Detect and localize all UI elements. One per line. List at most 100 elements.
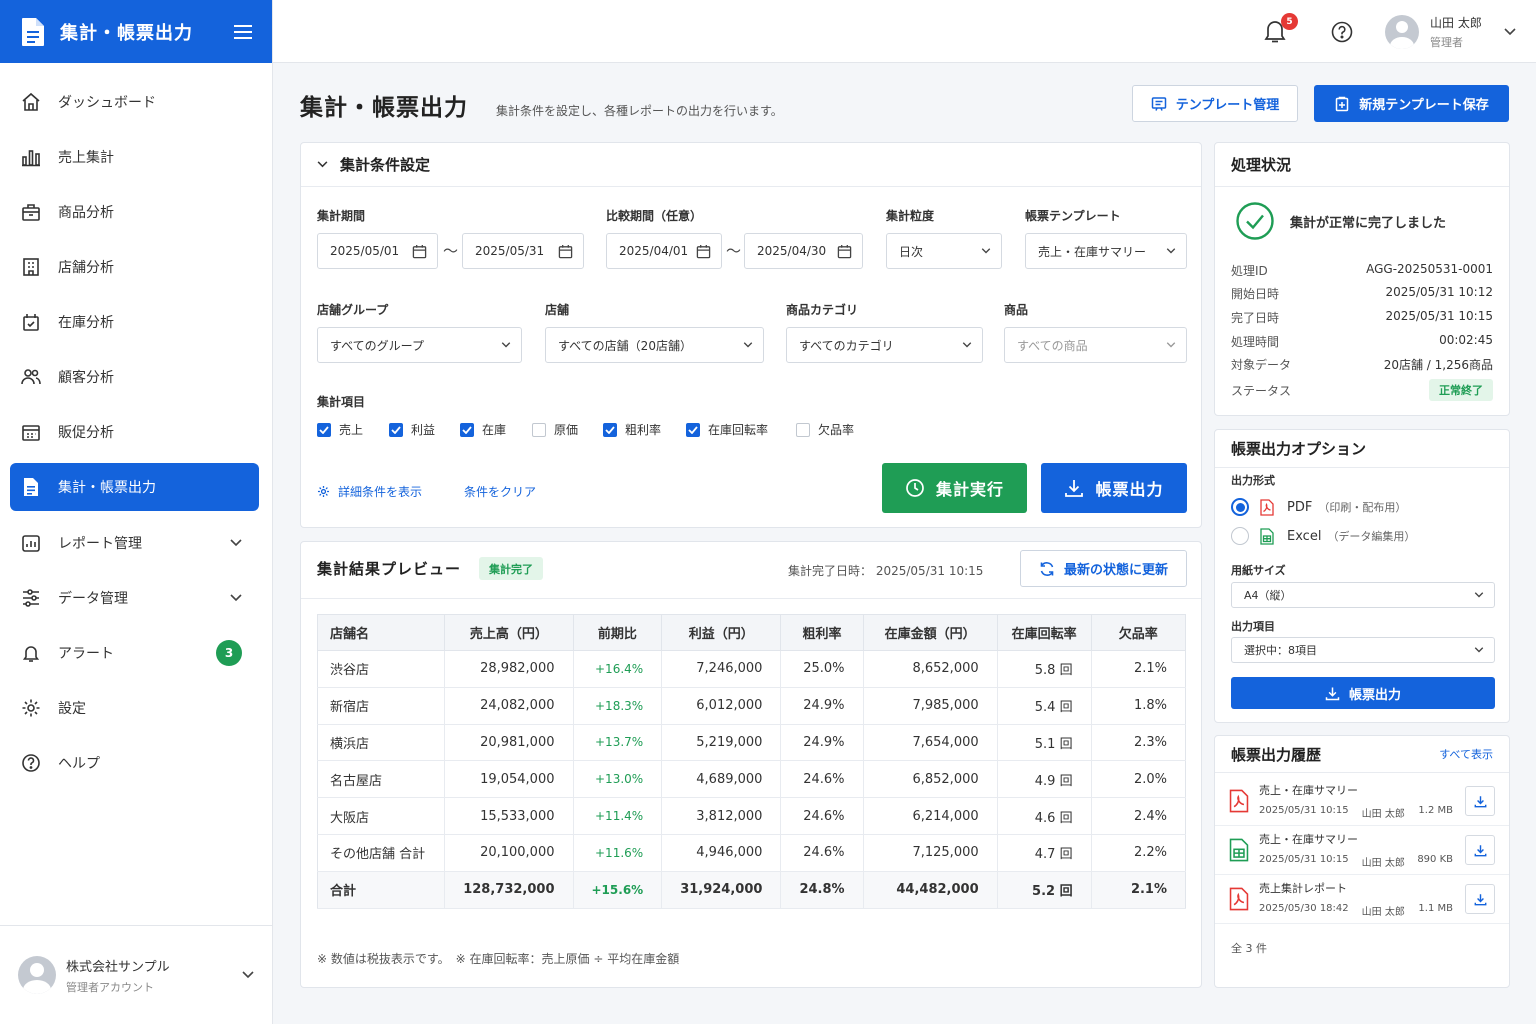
save-new-template-button[interactable]: 新規テンプレート保存 [1314,85,1509,122]
compare-start-input[interactable]: 2025/04/01 [606,233,722,269]
checkbox-profit[interactable]: 利益 [389,421,435,438]
excel-file-icon [1229,838,1249,862]
user-name: 山田 太郎 [1430,16,1482,30]
sidebar-item-dashboard[interactable]: ダッシュボード [0,74,262,129]
sidebar-item-report-mgmt[interactable]: レポート管理 [0,515,262,570]
column-header[interactable]: 在庫回転率 [997,614,1092,651]
sidebar-item-customer[interactable]: 顧客分析 [0,349,262,404]
format-radio-pdf[interactable]: PDF （印刷・配布用） [1231,498,1406,516]
clear-conditions-link[interactable]: 条件をクリア [464,483,536,500]
sidebar-item-data-mgmt[interactable]: データ管理 [0,570,262,625]
hamburger-menu-icon[interactable] [234,24,252,39]
download-button[interactable] [1465,835,1495,865]
column-header[interactable]: 在庫金額（円） [863,614,998,651]
process-message: 集計が正常に完了しました [1290,215,1447,231]
granularity-select[interactable]: 日次 [886,233,1002,269]
table-cell: 横浜店 [317,724,446,762]
completed-timestamp: 集計完了日時： 2025/05/31 10:15 [788,564,984,578]
template-management-button[interactable]: テンプレート管理 [1132,85,1298,122]
run-aggregation-button[interactable]: 集計実行 [882,463,1027,513]
column-header[interactable]: 利益（円） [661,614,782,651]
report-output-button[interactable]: 帳票出力 [1041,463,1187,513]
table-cell: 24,082,000 [444,687,574,725]
pdf-file-icon [1260,498,1274,516]
output-items-select[interactable]: 選択中：8項目 [1231,637,1495,663]
brand-header: 集計・帳票出力 [0,0,272,63]
column-header[interactable]: 欠品率 [1091,614,1186,651]
table-cell: 5.8 回 [997,650,1092,688]
calendar-icon [696,244,711,259]
table-cell: 大阪店 [317,797,446,835]
sidebar-item-sales[interactable]: 売上集計 [0,129,262,184]
download-button[interactable] [1465,786,1495,816]
column-header[interactable]: 店舗名 [317,614,446,651]
period-start-input[interactable]: 2025/05/01 [317,233,438,269]
chevron-down-icon [743,342,753,348]
format-radio-excel[interactable]: Excel （データ編集用） [1231,527,1415,545]
list-item[interactable]: 売上・在庫サマリー 2025/05/31 10:15 山田 太郎 1.2 MB [1215,777,1509,826]
sidebar-item-report-output[interactable]: 集計・帳票出力 [10,463,259,511]
sidebar-item-alert[interactable]: アラート 3 [0,625,262,680]
bar-chart-icon [20,146,42,168]
checkbox-cost[interactable]: 原価 [532,421,578,438]
list-item[interactable]: 売上・在庫サマリー 2025/05/31 10:15 山田 太郎 890 KB [1215,826,1509,875]
checkbox-inventory[interactable]: 在庫 [460,421,506,438]
conditions-header[interactable]: 集計条件設定 [301,143,1201,187]
checkbox-stockout[interactable]: 欠品率 [796,421,854,438]
chevron-down-icon [317,161,328,168]
period-end-input[interactable]: 2025/05/31 [462,233,584,269]
sidebar-item-store[interactable]: 店舗分析 [0,239,262,294]
account-role: 管理者アカウント [66,980,154,994]
sidebar-item-help[interactable]: ヘルプ [0,735,262,790]
user-menu[interactable]: 山田 太郎 管理者 [1385,14,1516,50]
refresh-button[interactable]: 最新の状態に更新 [1020,550,1187,587]
chevron-down-icon [230,538,242,547]
column-header[interactable]: 前期比 [573,614,663,651]
show-all-link[interactable]: すべて表示 [1439,746,1493,762]
compare-end-input[interactable]: 2025/04/30 [744,233,863,269]
chevron-down-icon [1166,248,1176,254]
paper-size-select[interactable]: A4（縦） [1231,582,1495,608]
template-label: 帳票テンプレート [1025,209,1121,223]
store-group-select[interactable]: すべてのグループ [317,327,522,363]
table-cell: 2.3% [1091,724,1186,762]
table-cell: +13.0% [573,760,663,799]
bell-icon [20,642,42,664]
sidebar-item-settings[interactable]: 設定 [0,680,262,735]
notification-count-badge: 5 [1281,13,1298,30]
avatar [18,956,56,994]
checkbox-sales[interactable]: 売上 [317,421,363,438]
sidebar-item-product[interactable]: 商品分析 [0,184,262,239]
check-circle-icon [1235,201,1275,241]
calendar-icon [412,244,427,259]
conditions-card: 集計条件設定 集計期間 2025/05/01 〜 2025/05/31 比較期間… [300,142,1202,528]
results-table: 店舗名 売上高（円） 前期比 利益（円） 粗利率 在庫金額（円） 在庫回転率 欠… [317,614,1186,909]
help-icon[interactable] [1331,21,1353,43]
history-title: 帳票出力履歴 [1231,745,1322,764]
inventory-icon [20,311,42,333]
template-select[interactable]: 売上・在庫サマリー [1025,233,1187,269]
category-select[interactable]: すべてのカテゴリ [786,327,983,363]
sidebar-item-inventory[interactable]: 在庫分析 [0,294,262,349]
column-header[interactable]: 粗利率 [780,614,864,651]
checkbox-turnover[interactable]: 在庫回転率 [686,421,768,438]
topbar: 5 山田 太郎 管理者 [273,0,1536,63]
show-detail-link[interactable]: 詳細条件を表示 [317,483,422,500]
list-item[interactable]: 売上集計レポート 2025/05/30 18:42 山田 太郎 1.1 MB [1215,875,1509,924]
table-cell: 19,054,000 [444,760,574,799]
column-header[interactable]: 売上高（円） [444,614,574,651]
product-select[interactable]: すべての商品 [1004,327,1187,363]
alert-count-badge: 3 [216,639,242,666]
options-output-button[interactable]: 帳票出力 [1231,677,1495,709]
clipboard-add-icon [1335,96,1349,111]
checkbox-gross-margin[interactable]: 粗利率 [603,421,661,438]
table-cell: 24.9% [780,724,864,762]
sidebar-item-promo[interactable]: 販促分析 [0,404,262,459]
gear-icon [317,485,330,498]
user-role: 管理者 [1430,36,1463,49]
table-cell: 7,125,000 [863,834,998,872]
account-switcher[interactable]: 株式会社サンプル 管理者アカウント [0,925,272,1024]
store-select[interactable]: すべての店舗（20店舗） [545,327,764,363]
table-cell: 28,982,000 [444,650,574,688]
download-button[interactable] [1465,884,1495,914]
